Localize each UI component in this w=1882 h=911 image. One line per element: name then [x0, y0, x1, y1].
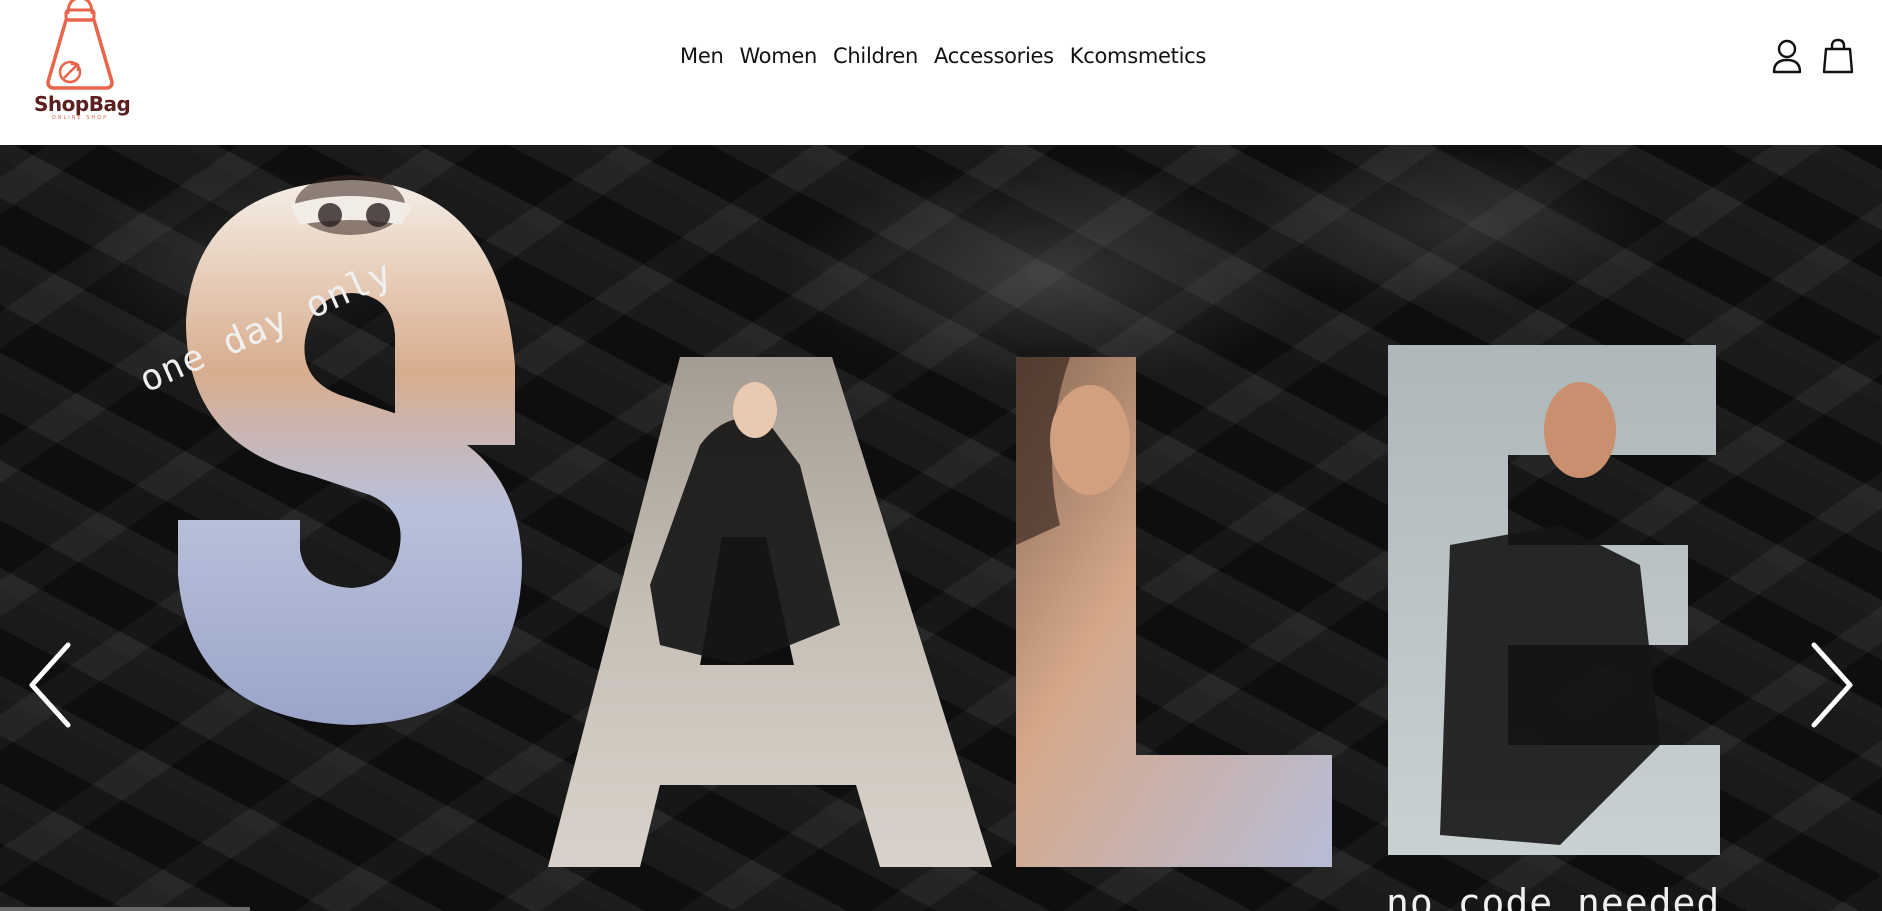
chevron-right-icon[interactable] — [1802, 635, 1862, 735]
logo-tagline: ONLINE SHOP — [51, 115, 109, 121]
user-icon[interactable] — [1770, 38, 1804, 74]
letter-l-photo — [1016, 357, 1332, 867]
slider-progress-bar — [0, 907, 250, 911]
letter-s-photo — [178, 175, 522, 725]
nav-item-men[interactable]: Men — [672, 40, 731, 72]
nav-item-children[interactable]: Children — [825, 40, 926, 72]
nav-item-accessories[interactable]: Accessories — [926, 40, 1062, 72]
sale-headline-graphic — [178, 175, 1720, 867]
logo-wordmark: ShopBag — [34, 92, 131, 116]
nav-item-women[interactable]: Women — [731, 40, 825, 72]
main-nav: Men Women Children Accessories Kcomsmeti… — [672, 40, 1214, 72]
shopping-bag-logo-icon — [46, 0, 114, 90]
shopping-bag-icon[interactable] — [1822, 38, 1854, 74]
chevron-left-icon[interactable] — [20, 635, 80, 735]
site-header: ShopBag ONLINE SHOP Men Women Children A… — [0, 0, 1882, 145]
letter-a-photo — [548, 357, 992, 867]
shopbag-logo[interactable]: ShopBag ONLINE SHOP — [30, 0, 131, 125]
nav-item-kcomsmetics[interactable]: Kcomsmetics — [1062, 40, 1214, 72]
hero-tagline-bottom: no code needed — [1386, 881, 1721, 911]
hero-banner: one day only no code needed — [0, 145, 1882, 911]
letter-e-photo — [1388, 345, 1720, 855]
